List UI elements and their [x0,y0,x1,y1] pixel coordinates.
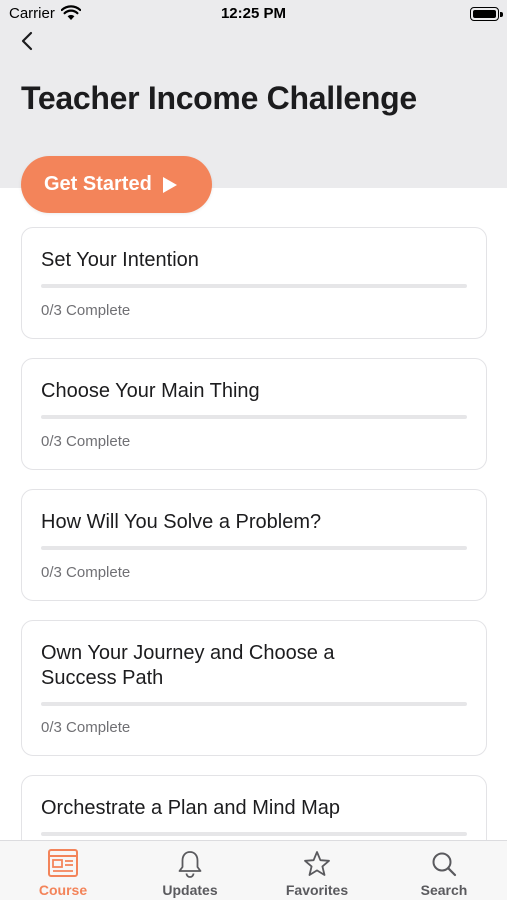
tab-course-label: Course [38,882,88,898]
lesson-title: How Will You Solve a Problem? [41,511,322,533]
tab-search-label: Search [420,882,468,898]
search-icon [432,852,457,877]
tab-favorites-label: Favorites [285,882,349,898]
play-icon [162,176,177,193]
lesson-progress-bar [41,702,467,706]
lesson-title: Set Your Intention [41,249,199,271]
lesson-progress-bar [41,546,467,550]
page-title: Teacher Income Challenge [21,80,417,116]
lesson-status: 0/3 Complete [41,564,131,581]
star-icon [304,851,330,876]
lesson-title: Own Your Journey and Choose a Success Pa… [41,642,335,689]
lesson-progress-bar [41,284,467,288]
status-bar: Carrier 12:25 PM [0,0,507,28]
tab-course[interactable]: Course [0,841,126,900]
tab-favorites[interactable]: Favorites [254,841,380,900]
lesson-card[interactable]: How Will You Solve a Problem? 0/3 Comple… [21,489,487,601]
lesson-title: Choose Your Main Thing [41,380,260,402]
get-started-button[interactable]: Get Started [21,156,212,213]
lesson-progress-bar [41,832,467,836]
tab-updates-label: Updates [162,882,218,898]
lesson-status: 0/3 Complete [41,719,131,736]
back-chevron-icon[interactable] [14,28,42,56]
tab-search[interactable]: Search [381,841,507,900]
tab-updates[interactable]: Updates [127,841,253,900]
course-icon [48,849,78,877]
lesson-card[interactable]: Own Your Journey and Choose a Success Pa… [21,620,487,756]
lesson-status: 0/3 Complete [41,433,131,450]
lesson-progress-bar [41,415,467,419]
battery-icon [470,7,503,21]
lesson-title: Orchestrate a Plan and Mind Map [41,797,341,819]
bell-icon [178,851,202,878]
lesson-status: 0/3 Complete [41,302,131,319]
lesson-card[interactable]: Choose Your Main Thing 0/3 Complete [21,358,487,470]
lesson-card[interactable]: Set Your Intention 0/3 Complete [21,227,487,339]
tab-bar: Course Updates Favorites Search [0,840,507,900]
get-started-label: Get Started [44,173,152,195]
status-time: 12:25 PM [220,5,287,22]
